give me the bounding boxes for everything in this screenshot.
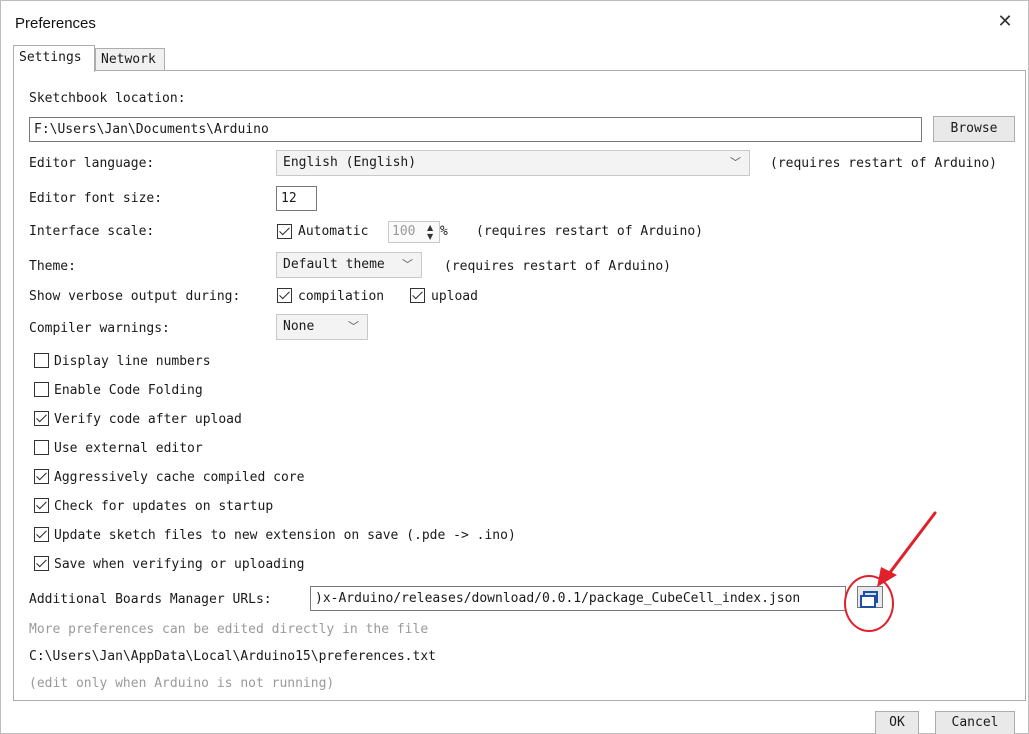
tab-settings[interactable]: Settings xyxy=(13,45,95,72)
theme-value: Default theme xyxy=(283,257,385,272)
theme-label: Theme: xyxy=(29,259,76,274)
verbose-compilation-label: compilation xyxy=(298,289,385,304)
cache-compiled-core-checkbox[interactable] xyxy=(34,469,49,484)
scale-unit: % xyxy=(440,224,448,239)
verify-after-upload-checkbox[interactable] xyxy=(34,411,49,426)
annotation-arrow-icon xyxy=(877,511,937,587)
update-sketch-extension-label: Update sketch files to new extension on … xyxy=(54,528,516,543)
cache-compiled-core-label: Aggressively cache compiled core xyxy=(54,470,305,485)
theme-note: (requires restart of Arduino) xyxy=(444,259,671,274)
chevron-down-icon: ﹀ xyxy=(730,156,741,169)
editor-language-note: (requires restart of Arduino) xyxy=(770,156,997,171)
cancel-button[interactable]: Cancel xyxy=(935,711,1015,734)
check-updates-label: Check for updates on startup xyxy=(54,499,274,514)
save-when-verifying-label: Save when verifying or uploading xyxy=(54,557,305,572)
interface-scale-note: (requires restart of Arduino) xyxy=(476,224,703,239)
compiler-warnings-label: Compiler warnings: xyxy=(29,321,170,336)
preferences-window: Preferences ✕ Settings Network Sketchboo… xyxy=(0,0,1029,734)
verbose-upload-label: upload xyxy=(431,289,478,304)
verify-after-upload-label: Verify code after upload xyxy=(54,412,242,427)
close-icon[interactable]: ✕ xyxy=(992,9,1018,35)
edit-only-note: (edit only when Arduino is not running) xyxy=(29,676,335,691)
title-bar: Preferences ✕ xyxy=(1,1,1028,41)
enable-code-folding-checkbox[interactable] xyxy=(34,382,49,397)
font-size-label: Editor font size: xyxy=(29,191,163,206)
save-when-verifying-checkbox[interactable] xyxy=(34,556,49,571)
boards-manager-urls-label: Additional Boards Manager URLs: xyxy=(29,592,272,607)
use-external-editor-label: Use external editor xyxy=(54,441,203,456)
display-line-numbers-checkbox[interactable] xyxy=(34,353,49,368)
ok-button[interactable]: OK xyxy=(875,711,919,734)
theme-select[interactable]: Default theme ﹀ xyxy=(276,252,422,278)
automatic-scale-checkbox[interactable] xyxy=(277,224,292,239)
font-size-input[interactable]: 12 xyxy=(276,186,317,211)
scale-spinner[interactable]: 100 ▲ ▼ xyxy=(388,221,440,243)
verbose-output-label: Show verbose output during: xyxy=(29,289,241,304)
use-external-editor-checkbox[interactable] xyxy=(34,440,49,455)
editor-language-select[interactable]: English (English) ﹀ xyxy=(276,150,750,176)
spinner-arrows-icon[interactable]: ▲ ▼ xyxy=(427,223,437,241)
display-line-numbers-label: Display line numbers xyxy=(54,354,211,369)
automatic-scale-label: Automatic xyxy=(298,224,369,239)
editor-language-value: English (English) xyxy=(283,155,417,170)
chevron-down-icon: ﹀ xyxy=(348,320,359,333)
tab-network[interactable]: Network xyxy=(95,48,165,71)
scale-value: 100 xyxy=(392,224,416,239)
verbose-upload-checkbox[interactable] xyxy=(410,288,425,303)
editor-language-label: Editor language: xyxy=(29,156,155,171)
compiler-warnings-select[interactable]: None ﹀ xyxy=(276,314,368,340)
chevron-down-icon: ﹀ xyxy=(402,258,413,271)
browse-button[interactable]: Browse xyxy=(933,116,1015,142)
sketchbook-location-input[interactable]: F:\Users\Jan\Documents\Arduino xyxy=(29,117,922,142)
sketchbook-location-label: Sketchbook location: xyxy=(29,91,186,106)
compiler-warnings-value: None xyxy=(283,319,315,334)
update-sketch-extension-checkbox[interactable] xyxy=(34,527,49,542)
check-updates-checkbox[interactable] xyxy=(34,498,49,513)
preferences-file-path: C:\Users\Jan\AppData\Local\Arduino15\pre… xyxy=(29,649,436,664)
window-title: Preferences xyxy=(15,15,96,32)
more-preferences-note: More preferences can be edited directly … xyxy=(29,622,429,637)
verbose-compilation-checkbox[interactable] xyxy=(277,288,292,303)
boards-manager-urls-input[interactable]: )x-Arduino/releases/download/0.0.1/packa… xyxy=(310,586,846,611)
interface-scale-label: Interface scale: xyxy=(29,224,155,239)
enable-code-folding-label: Enable Code Folding xyxy=(54,383,203,398)
